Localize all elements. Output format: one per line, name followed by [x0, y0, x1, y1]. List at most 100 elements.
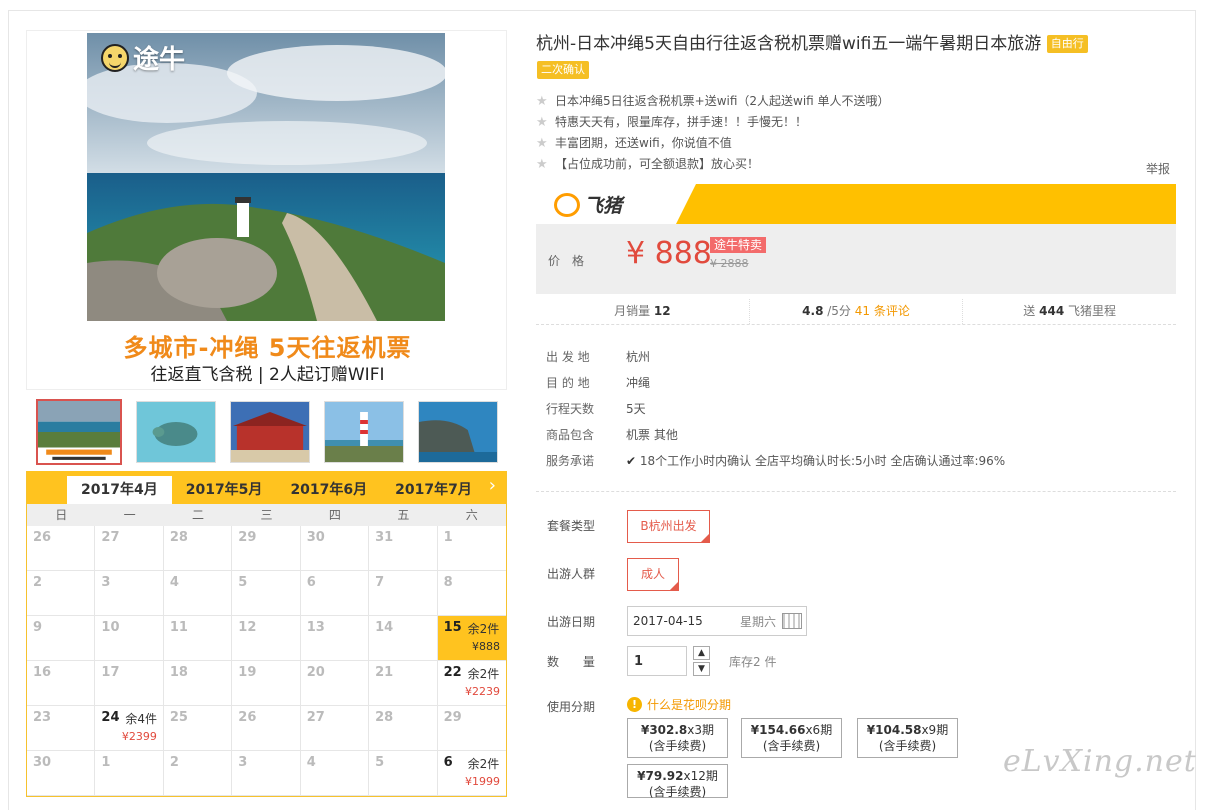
section-divider — [536, 491, 1176, 492]
calendar-day-number: 20 — [306, 665, 325, 680]
departure-calendar: 2017年4月 2017年5月 2017年6月 2017年7月 › 日 一 二 … — [26, 471, 507, 797]
info-value-promise: ✔ 18个工作小时内确认 全店平均确认时长:5小时 全店确认通过率:96% — [626, 451, 1005, 477]
installment-option-6[interactable]: ¥154.66x6期 (含手续费) — [741, 718, 842, 758]
calendar-day-number: 29 — [443, 710, 462, 725]
weekday: 六 — [465, 508, 478, 522]
date-label: 出游日期 — [547, 615, 596, 629]
calendar-day: 1 — [95, 751, 164, 796]
info-row-days: 行程天数 5天 — [546, 399, 1005, 425]
installment-fee: (含手续费) — [878, 739, 937, 753]
calendar-day-number: 5 — [375, 755, 385, 770]
thumbnail-2[interactable] — [136, 401, 216, 463]
weekday: 五 — [397, 508, 410, 522]
report-link[interactable]: 举报 — [1146, 160, 1170, 177]
info-key: 行程天数 — [546, 402, 595, 416]
thumbnail-4[interactable] — [324, 401, 404, 463]
calendar-day: 23 — [27, 706, 96, 751]
calendar-day: 31 — [369, 526, 438, 571]
list-item: ★ 【占位成功前，可全额退款】放心买！ — [536, 154, 1176, 175]
calendar-day-stock: 余2件 — [467, 622, 500, 636]
reviews-link[interactable]: 41 条评论 — [855, 304, 910, 318]
tab-month-3[interactable]: 2017年6月 — [276, 476, 381, 504]
quantity-increase-button[interactable]: ▲ — [693, 646, 710, 660]
installment-option-12[interactable]: ¥79.92x12期 (含手续费) — [627, 764, 728, 799]
package-option-button[interactable]: B杭州出发 — [627, 510, 710, 543]
product-title-text: 杭州-日本冲绳5天自由行往返含税机票赠wifi五一端午暑期日本旅游 — [536, 34, 1042, 54]
list-item: ★ 日本冲绳5日往返含税机票+送wifi（2人起送wifi 单人不送哦） — [536, 91, 1176, 112]
package-label: 套餐类型 — [547, 519, 596, 533]
sales-count: 12 — [653, 304, 671, 318]
thumbnail-1[interactable] — [36, 399, 122, 465]
info-value: 冲绳 — [626, 376, 651, 390]
calendar-day-number: 9 — [33, 620, 43, 635]
calendar-day: 20 — [300, 661, 370, 706]
installment-option-3[interactable]: ¥302.8x3期 (含手续费) — [627, 718, 728, 758]
pig-icon — [554, 192, 580, 217]
calendar-day-number: 26 — [238, 710, 257, 725]
huabei-help-link[interactable]: ! 什么是花呗分期 — [627, 696, 731, 713]
installment-amount: ¥104.58 — [866, 723, 922, 737]
hero-image[interactable]: 途牛 多城市-冲绳 5天往返机票 往返直飞含税 | 2人起订赠WIFI — [26, 30, 507, 390]
calendar-day-number: 3 — [101, 575, 111, 590]
calendar-day: 21 — [369, 661, 438, 706]
calendar-day[interactable]: 15 余2件 ¥888 — [437, 616, 506, 661]
fliggy-logo: 飞猪 — [554, 191, 622, 218]
calendar-day-number: 30 — [33, 755, 52, 770]
trip-info: 出 发 地 杭州 目 的 地 冲绳 行程天数 5天 商品包含 机票 其他 服务承诺 ✔ 1… — [546, 347, 1005, 477]
installment-label: 使用分期 — [547, 700, 596, 714]
miles-suffix: 飞猪里程 — [1068, 304, 1117, 318]
calendar-day[interactable]: 22 余2件 ¥2239 — [437, 661, 506, 706]
info-key: 出 发 地 — [546, 350, 590, 364]
calendar-month-tabs: 2017年4月 2017年5月 2017年6月 2017年7月 › — [27, 471, 506, 504]
info-row-promise: 服务承诺 ✔ 18个工作小时内确认 全店平均确认时长:5小时 全店确认通过率:96… — [546, 451, 1005, 477]
star-icon: ★ — [536, 157, 548, 172]
date-picker-input[interactable]: 2017-04-15 星期六 — [627, 606, 807, 636]
calendar-day-number: 7 — [375, 575, 385, 590]
calendar-day-number: 21 — [375, 665, 394, 680]
calendar-day-number: 13 — [306, 620, 325, 635]
calendar-day: 8 — [437, 571, 506, 616]
thumbnail-5[interactable] — [418, 401, 498, 463]
check-circle-icon: ✔ — [626, 454, 637, 468]
chevron-right-icon[interactable]: › — [489, 475, 496, 496]
rating-summary: 4.8 /5分 41 条评论 — [750, 299, 964, 324]
calendar-day-number: 14 — [375, 620, 394, 635]
calendar-day-number: 4 — [306, 755, 316, 770]
tab-month-2[interactable]: 2017年5月 — [172, 476, 277, 504]
calendar-day-price: ¥1999 — [465, 775, 500, 788]
calendar-day-number: 19 — [238, 665, 257, 680]
weekday: 一 — [123, 508, 136, 522]
calendar-day: 1 — [437, 526, 506, 571]
calendar-day-number: 8 — [443, 575, 453, 590]
tab-month-4[interactable]: 2017年7月 — [381, 476, 486, 504]
calendar-day: 17 — [95, 661, 164, 706]
installment-amount: ¥154.66 — [750, 723, 806, 737]
list-item: ★ 丰富团期，还送wifi，你说值不值 — [536, 133, 1176, 154]
quantity-input[interactable]: 1 — [627, 646, 687, 676]
traveler-label: 出游人群 — [547, 567, 596, 581]
calendar-day: 14 — [369, 616, 438, 661]
calendar-day-number: 6 — [306, 575, 316, 590]
quantity-decrease-button[interactable]: ▼ — [693, 662, 710, 676]
tab-month-1[interactable]: 2017年4月 — [67, 476, 172, 504]
calendar-day[interactable]: 6 余2件 ¥1999 — [437, 751, 506, 796]
calendar-day: 2 — [163, 751, 233, 796]
calendar-day: 13 — [300, 616, 370, 661]
feature-text: 日本冲绳5日往返含税机票+送wifi（2人起送wifi 单人不送哦） — [555, 94, 890, 108]
calendar-day-number: 28 — [375, 710, 394, 725]
calendar-day[interactable]: 24 余4件 ¥2399 — [95, 706, 164, 751]
tuniu-cow-icon — [101, 43, 129, 72]
info-row-departure: 出 发 地 杭州 — [546, 347, 1005, 373]
miles-prefix: 送 — [1023, 304, 1036, 318]
calendar-day: 18 — [163, 661, 233, 706]
calendar-day-number: 15 — [443, 620, 462, 635]
calendar-day-price: ¥888 — [472, 640, 500, 653]
calendar-icon[interactable] — [782, 613, 802, 629]
calendar-day: 7 — [369, 571, 438, 616]
calendar-day-number: 18 — [169, 665, 188, 680]
thumbnail-3[interactable] — [230, 401, 310, 463]
installment-option-9[interactable]: ¥104.58x9期 (含手续费) — [857, 718, 958, 758]
traveler-option-button[interactable]: 成人 — [627, 558, 679, 591]
star-icon: ★ — [536, 136, 548, 151]
feature-text: 丰富团期，还送wifi，你说值不值 — [555, 136, 732, 150]
